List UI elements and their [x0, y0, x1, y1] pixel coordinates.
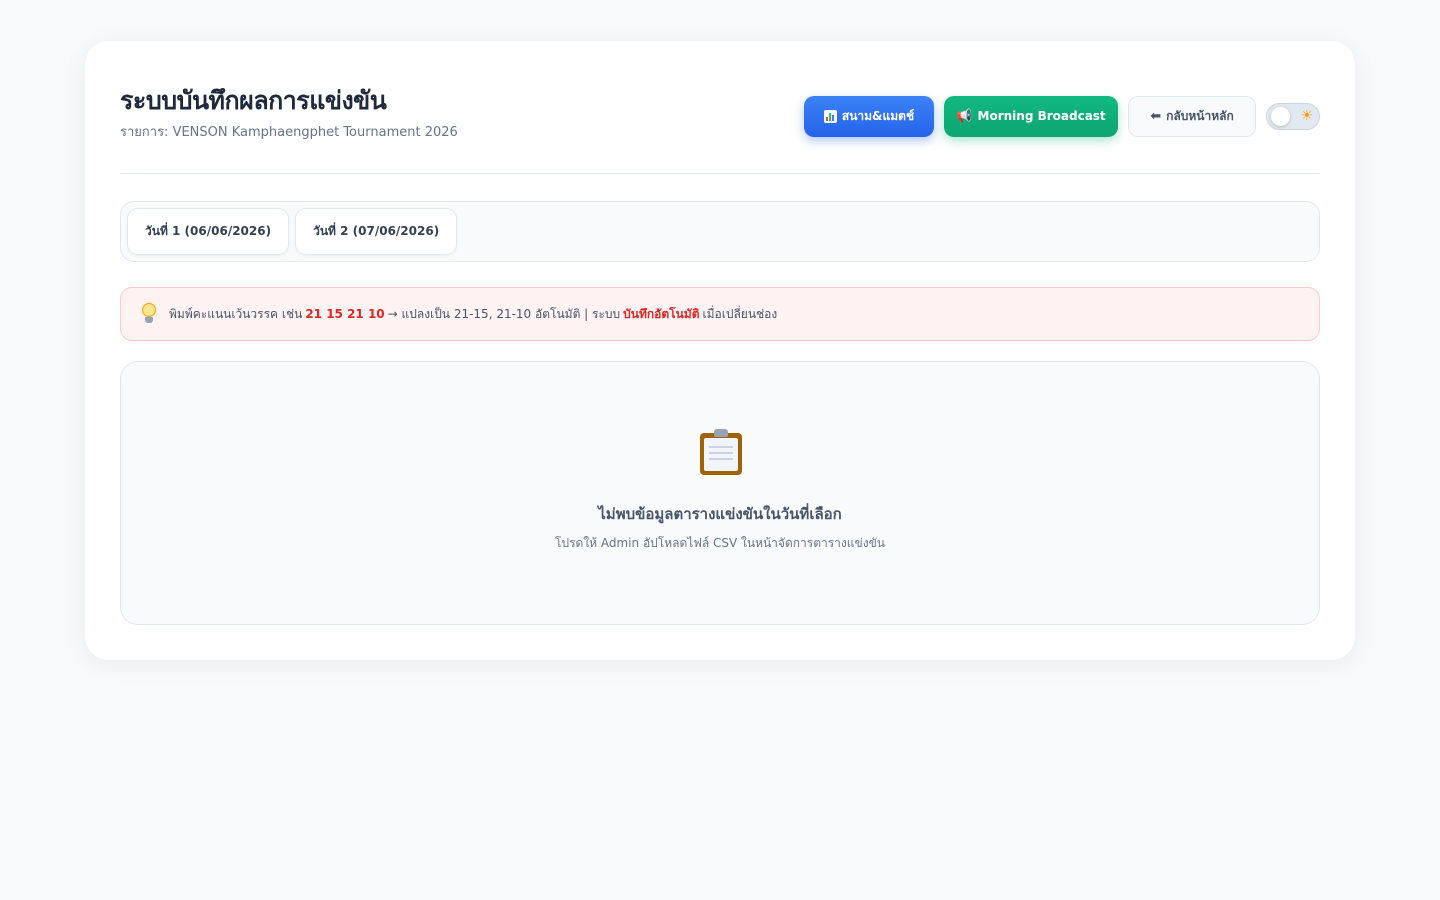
courts-matches-button[interactable]: สนาม&แมตช์	[804, 95, 934, 137]
empty-state-title: ไม่พบข้อมูลตารางแข่งขันในวันที่เลือก	[598, 505, 842, 523]
header-actions: สนาม&แมตช์ 📢 Morning Broadcast ⬅ กลับหน้…	[804, 95, 1320, 137]
theme-toggle[interactable]: ☀	[1266, 102, 1320, 130]
main-card: ระบบบันทึกผลการแข่งขัน รายการ: VENSON Ka…	[85, 41, 1355, 660]
hint-autosave: บันทึกอัตโนมัติ	[623, 306, 700, 321]
hint-example: 21 15 21 10	[305, 307, 385, 321]
hint-text-2: → แปลงเป็น 21-15, 21-10 อัตโนมัติ | ระบบ	[387, 306, 621, 321]
sun-icon: ☀	[1300, 107, 1313, 124]
score-hint-banner: พิมพ์คะแนนเว้นวรรค เช่น 21 15 21 10 → แป…	[120, 287, 1320, 341]
hint-text-3: เมื่อเปลี่ยนช่อง	[702, 306, 778, 321]
megaphone-icon: 📢	[956, 108, 973, 124]
lightbulb-icon	[141, 303, 157, 325]
morning-broadcast-button[interactable]: 📢 Morning Broadcast	[944, 95, 1118, 137]
clipboard-icon	[700, 429, 742, 475]
page-title: ระบบบันทึกผลการแข่งขัน	[120, 86, 387, 115]
bar-chart-icon	[823, 109, 837, 123]
empty-state: ไม่พบข้อมูลตารางแข่งขันในวันที่เลือก โปร…	[120, 361, 1320, 625]
tab-day-1[interactable]: วันที่ 1 (06/06/2026)	[127, 208, 290, 255]
arrow-left-icon: ⬅	[1150, 108, 1162, 124]
tab-day-2[interactable]: วันที่ 2 (07/06/2026)	[295, 208, 458, 255]
courts-matches-label: สนาม&แมตช์	[841, 108, 915, 123]
tournament-subtitle: รายการ: VENSON Kamphaengphet Tournament …	[120, 125, 458, 140]
empty-state-message: โปรดให้ Admin อัปโหลดไฟล์ CSV ในหน้าจัดก…	[555, 536, 885, 550]
back-home-label: กลับหน้าหลัก	[1166, 108, 1234, 123]
hint-text-1: พิมพ์คะแนนเว้นวรรค เช่น	[169, 306, 303, 321]
page-header: ระบบบันทึกผลการแข่งขัน รายการ: VENSON Ka…	[120, 81, 1320, 174]
day-tabs: วันที่ 1 (06/06/2026) วันที่ 2 (07/06/20…	[120, 201, 1320, 262]
morning-broadcast-label: Morning Broadcast	[977, 109, 1106, 123]
back-home-button[interactable]: ⬅ กลับหน้าหลัก	[1128, 95, 1256, 137]
toggle-knob	[1271, 106, 1290, 126]
